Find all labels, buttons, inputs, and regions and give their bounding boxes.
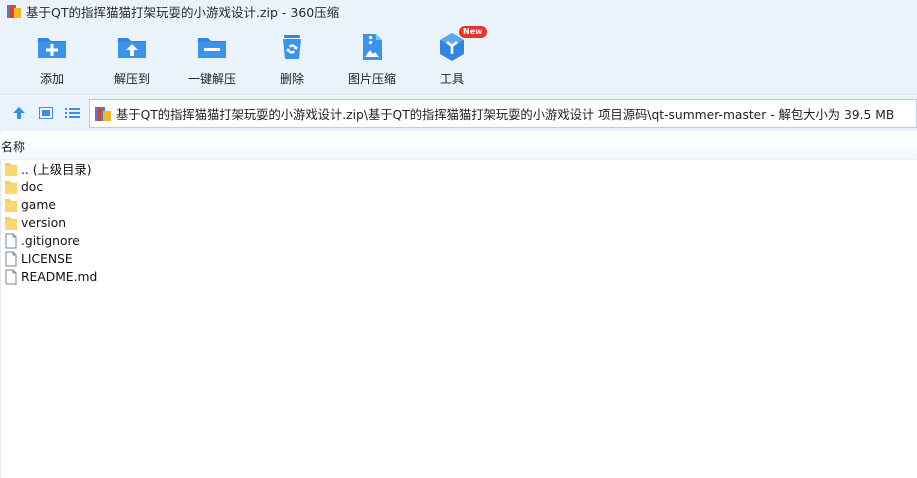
list-item[interactable]: README.md — [0, 268, 917, 286]
window-title: 基于QT的指挥猫猫打架玩耍的小游戏设计.zip - 360压缩 — [26, 4, 340, 20]
column-header-row: 名称 — [0, 134, 917, 160]
list-item[interactable]: LICENSE — [0, 250, 917, 268]
file-icon — [5, 233, 17, 249]
file-icon — [5, 251, 17, 267]
thumbnail-view-icon — [39, 107, 53, 119]
list-item-name: README.md — [21, 270, 98, 284]
address-bar: 基于QT的指挥猫猫打架玩耍的小游戏设计.zip\基于QT的指挥猫猫打架玩耍的小游… — [0, 96, 917, 131]
path-text: 基于QT的指挥猫猫打架玩耍的小游戏设计.zip\基于QT的指挥猫猫打架玩耍的小游… — [116, 107, 895, 122]
column-header-name[interactable]: 名称 — [1, 138, 25, 155]
list-item[interactable]: version — [0, 214, 917, 232]
image-compress-icon — [363, 34, 382, 60]
delete-label: 删除 — [279, 72, 304, 86]
recycle-bin-icon — [283, 35, 301, 59]
list-view-icon — [64, 108, 80, 118]
list-item-name: .gitignore — [21, 234, 80, 248]
one-click-extract-button[interactable]: 一键解压 — [175, 30, 249, 87]
folder-icon — [5, 163, 17, 176]
list-item[interactable]: doc — [0, 178, 917, 196]
list-item-name: doc — [21, 180, 44, 194]
list-item[interactable]: .gitignore — [0, 232, 917, 250]
add-folder-icon — [38, 38, 66, 58]
list-item-name: .. (上级目录) — [21, 163, 92, 177]
list-item[interactable]: .. (上级目录) — [0, 160, 917, 178]
extract-to-button[interactable]: 解压到 — [95, 30, 169, 87]
title-bar: 基于QT的指挥猫猫打架玩耍的小游戏设计.zip - 360压缩 — [0, 0, 917, 22]
add-button[interactable]: 添加 — [15, 30, 89, 87]
new-badge: New — [459, 26, 487, 38]
add-label: 添加 — [39, 72, 64, 86]
one-click-extract-label: 一键解压 — [187, 72, 236, 86]
path-field[interactable]: 基于QT的指挥猫猫打架玩耍的小游戏设计.zip\基于QT的指挥猫猫打架玩耍的小游… — [89, 99, 917, 128]
archive-app-icon — [7, 4, 21, 18]
zip-archive-icon — [95, 106, 111, 122]
one-click-extract-icon — [198, 38, 226, 58]
toolbar: 添加 解压到 一键解压 删除 图片压缩 New 工具 — [0, 22, 917, 95]
extract-to-label: 解压到 — [113, 72, 150, 86]
file-icon — [5, 269, 17, 285]
up-arrow-icon — [13, 107, 25, 119]
tools-button[interactable]: New 工具 — [415, 26, 489, 87]
extract-to-icon — [118, 38, 146, 58]
image-compress-button[interactable]: 图片压缩 — [335, 30, 409, 87]
list-item-name: game — [21, 198, 56, 212]
folder-icon — [5, 217, 17, 230]
delete-button[interactable]: 删除 — [255, 30, 329, 87]
list-item-name: LICENSE — [21, 252, 73, 266]
thumbnail-view-button[interactable] — [38, 106, 54, 120]
list-view-button[interactable] — [64, 106, 80, 120]
up-level-button[interactable] — [11, 106, 27, 120]
folder-icon — [5, 181, 17, 194]
tools-label: 工具 — [439, 72, 464, 86]
image-compress-label: 图片压缩 — [347, 72, 396, 86]
file-list: .. (上级目录) doc game version .gitignore LI… — [0, 160, 917, 286]
list-item[interactable]: game — [0, 196, 917, 214]
list-item-name: version — [21, 216, 67, 230]
folder-icon — [5, 199, 17, 212]
